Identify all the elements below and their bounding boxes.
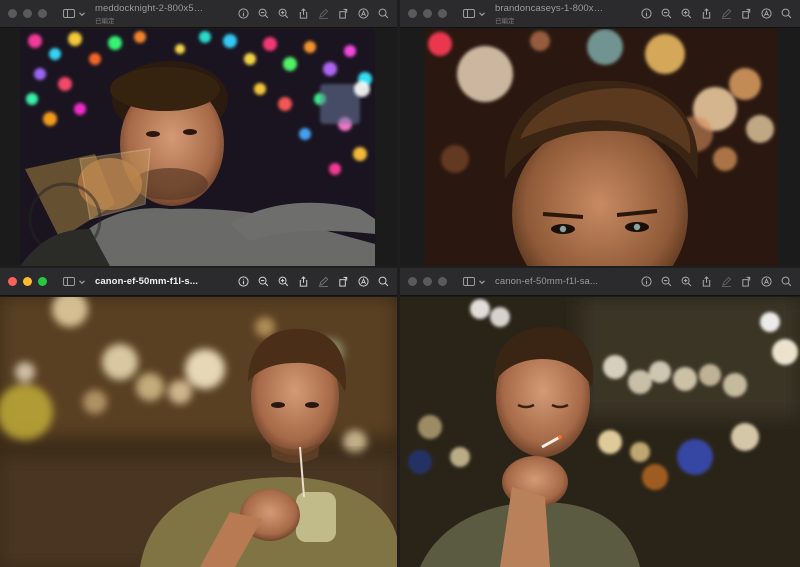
toolbar (238, 8, 389, 19)
traffic-lights (408, 277, 447, 286)
maximize-button[interactable] (438, 277, 447, 286)
window-titlebar[interactable]: meddocknight-2-800x533... 已編定 (0, 0, 397, 28)
accessibility-icon[interactable] (761, 276, 772, 287)
accessibility-icon[interactable] (358, 8, 369, 19)
preview-window-4[interactable]: canon-ef-50mm-f1l-sa... (400, 268, 800, 567)
markup-pen-icon[interactable] (318, 276, 329, 287)
search-icon[interactable] (781, 276, 792, 287)
minimize-button[interactable] (423, 9, 432, 18)
rotate-icon[interactable] (741, 276, 752, 287)
zoom-out-icon[interactable] (258, 276, 269, 287)
sidebar-toggle-button[interactable] (63, 277, 86, 286)
toolbar (641, 8, 792, 19)
zoom-in-icon[interactable] (278, 8, 289, 19)
zoom-in-icon[interactable] (681, 8, 692, 19)
rotate-icon[interactable] (338, 276, 349, 287)
window-title: canon-ef-50mm-f1l-sa... (495, 276, 599, 287)
markup-pen-icon[interactable] (318, 8, 329, 19)
close-button[interactable] (8, 277, 17, 286)
info-icon[interactable] (641, 276, 652, 287)
photo-man-smoking-night (400, 297, 800, 567)
window-title: brandoncaseys-1-800x53... (495, 2, 605, 14)
sidebar-toggle-button[interactable] (463, 277, 486, 286)
rotate-icon[interactable] (338, 8, 349, 19)
close-button[interactable] (8, 9, 17, 18)
sidebar-icon (463, 9, 475, 18)
sidebar-icon (463, 277, 475, 286)
share-icon[interactable] (298, 276, 309, 287)
window-titlebar[interactable]: brandoncaseys-1-800x53... 已編定 (400, 0, 800, 28)
info-icon[interactable] (238, 276, 249, 287)
share-icon[interactable] (701, 8, 712, 19)
photo-man-sipping-straw-bar (0, 297, 397, 567)
chevron-down-icon (79, 279, 85, 284)
accessibility-icon[interactable] (761, 8, 772, 19)
preview-window-3[interactable]: canon-ef-50mm-f1l-s... (0, 268, 397, 567)
chevron-down-icon (79, 11, 85, 16)
traffic-lights (8, 277, 47, 286)
share-icon[interactable] (298, 8, 309, 19)
zoom-out-icon[interactable] (258, 8, 269, 19)
accessibility-icon[interactable] (358, 276, 369, 287)
minimize-button[interactable] (23, 9, 32, 18)
share-icon[interactable] (701, 276, 712, 287)
window-subtitle: 已編定 (95, 17, 115, 25)
window-subtitle: 已編定 (495, 17, 515, 25)
minimize-button[interactable] (423, 277, 432, 286)
zoom-in-icon[interactable] (681, 276, 692, 287)
close-button[interactable] (408, 9, 417, 18)
chevron-down-icon (479, 279, 485, 284)
window-title: meddocknight-2-800x533... (95, 2, 205, 14)
toolbar (641, 276, 792, 287)
search-icon[interactable] (378, 8, 389, 19)
preview-window-1[interactable]: meddocknight-2-800x533... 已編定 (0, 0, 397, 266)
traffic-lights (8, 9, 47, 18)
window-titlebar[interactable]: canon-ef-50mm-f1l-sa... (400, 268, 800, 296)
close-button[interactable] (408, 277, 417, 286)
zoom-out-icon[interactable] (661, 276, 672, 287)
photo-man-drinking-colorful-bokeh (20, 29, 375, 266)
preview-window-2[interactable]: brandoncaseys-1-800x53... 已編定 (400, 0, 800, 266)
sidebar-icon (63, 9, 75, 18)
sidebar-icon (63, 277, 75, 286)
zoom-out-icon[interactable] (661, 8, 672, 19)
window-titlebar[interactable]: canon-ef-50mm-f1l-s... (0, 268, 397, 296)
window-title: canon-ef-50mm-f1l-s... (95, 276, 199, 287)
minimize-button[interactable] (23, 277, 32, 286)
toolbar (238, 276, 389, 287)
sidebar-toggle-button[interactable] (463, 9, 486, 18)
maximize-button[interactable] (438, 9, 447, 18)
zoom-in-icon[interactable] (278, 276, 289, 287)
search-icon[interactable] (378, 276, 389, 287)
markup-pen-icon[interactable] (721, 276, 732, 287)
markup-pen-icon[interactable] (721, 8, 732, 19)
maximize-button[interactable] (38, 277, 47, 286)
sidebar-toggle-button[interactable] (63, 9, 86, 18)
photo-man-portrait-warm-bokeh (425, 29, 778, 266)
traffic-lights (408, 9, 447, 18)
maximize-button[interactable] (38, 9, 47, 18)
info-icon[interactable] (641, 8, 652, 19)
rotate-icon[interactable] (741, 8, 752, 19)
info-icon[interactable] (238, 8, 249, 19)
chevron-down-icon (479, 11, 485, 16)
search-icon[interactable] (781, 8, 792, 19)
